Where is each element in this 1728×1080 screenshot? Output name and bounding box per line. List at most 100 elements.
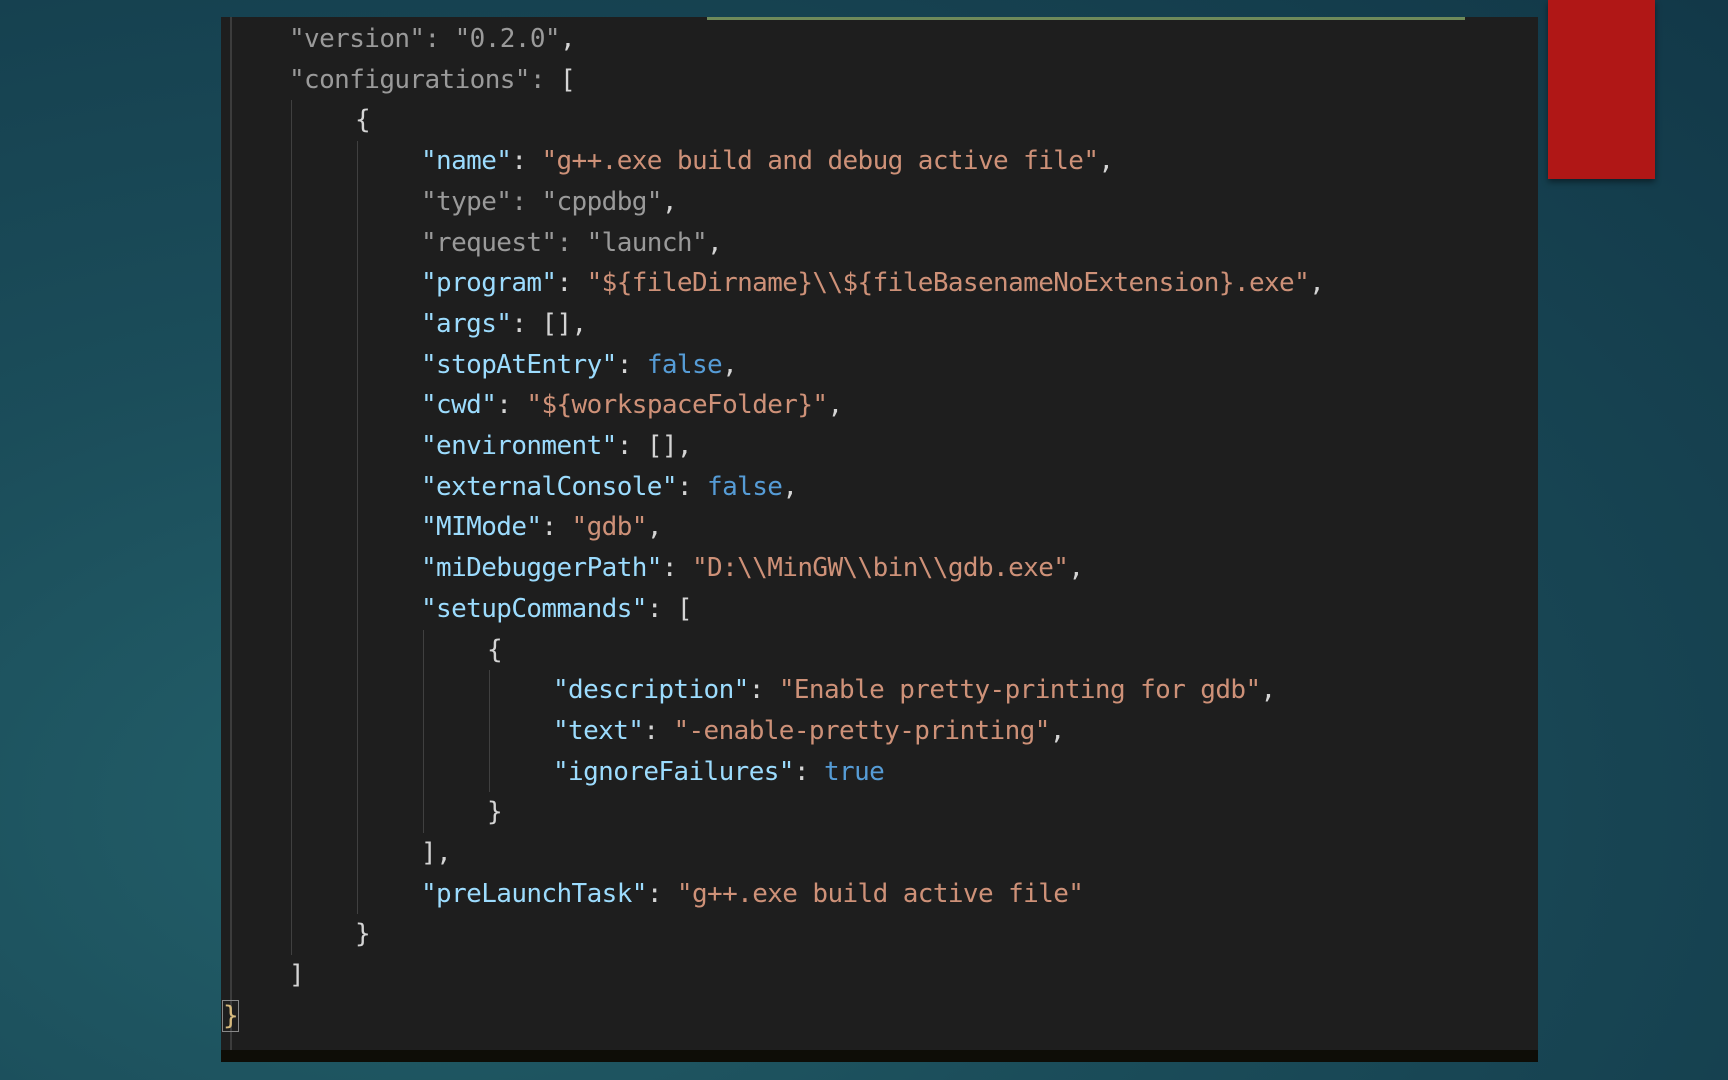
json-punctuation: :	[556, 268, 587, 299]
code-line[interactable]: "miDebuggerPath": "D:\\MinGW\\bin\\gdb.e…	[421, 548, 1084, 588]
code-line[interactable]: }	[487, 792, 503, 832]
json-punctuation: {	[355, 105, 371, 136]
json-key: "environment"	[421, 431, 617, 461]
json-key: "MIMode"	[421, 512, 542, 543]
json-punctuation: }	[487, 797, 503, 828]
json-key: "type"	[421, 186, 512, 217]
json-punctuation: ,	[1098, 146, 1114, 177]
json-punctuation: ,	[436, 838, 452, 868]
json-key: "args"	[421, 308, 512, 339]
json-punctuation: []	[541, 308, 572, 339]
json-boolean: false	[646, 349, 723, 380]
json-key: "description"	[553, 675, 749, 706]
code-editor[interactable]: "version": "0.2.0", "configurations": [{"…	[221, 17, 1538, 1062]
json-punctuation: :	[661, 553, 692, 584]
code-line[interactable]: }	[221, 996, 240, 1036]
code-line[interactable]: "name": "g++.exe build and debug active …	[421, 141, 1114, 181]
code-line[interactable]: "externalConsole": false,	[421, 467, 798, 507]
code-line[interactable]: "text": "-enable-pretty-printing",	[553, 711, 1065, 751]
code-line[interactable]: "ignoreFailures": true	[553, 752, 885, 792]
code-line[interactable]: {	[355, 100, 371, 140]
code-line[interactable]: "type": "cppdbg",	[421, 182, 678, 222]
json-key: "cwd"	[421, 390, 497, 421]
json-string: "-enable-pretty-printing"	[673, 715, 1050, 746]
code-line[interactable]: "MIMode": "gdb",	[421, 507, 662, 547]
json-punctuation: [	[559, 64, 576, 95]
editor-top-highlight	[707, 17, 1465, 20]
json-punctuation: ,	[827, 390, 843, 421]
json-key: "name"	[421, 146, 512, 177]
json-key: "version"	[289, 24, 425, 54]
json-string: "${workspaceFolder}"	[526, 390, 828, 421]
code-line[interactable]: "preLaunchTask": "g++.exe build active f…	[421, 874, 1084, 914]
json-punctuation: :	[511, 308, 542, 339]
json-punctuation: ,	[782, 471, 798, 502]
json-punctuation: :	[793, 756, 824, 787]
json-punctuation: :	[496, 390, 527, 421]
json-string: "${fileDirname}\\${fileBasenameNoExtensi…	[586, 268, 1310, 299]
json-punctuation: :	[511, 146, 542, 177]
json-punctuation: :	[541, 512, 572, 543]
json-punctuation: {	[487, 634, 503, 665]
json-punctuation: ,	[1309, 268, 1325, 299]
json-punctuation: ]	[289, 960, 305, 991]
code-line[interactable]: }	[355, 914, 371, 954]
code-line[interactable]: "cwd": "${workspaceFolder}",	[421, 385, 843, 425]
editor-gutter-rule	[230, 17, 232, 1062]
indent-guide	[423, 629, 424, 833]
json-boolean: true	[823, 756, 885, 787]
code-line[interactable]: "version": "0.2.0",	[289, 19, 576, 59]
json-key: "request"	[421, 227, 557, 258]
code-line[interactable]: "args": [],	[421, 304, 587, 344]
json-punctuation: ,	[676, 431, 693, 461]
json-punctuation: :	[556, 227, 587, 258]
json-key: "stopAtEntry"	[421, 349, 617, 380]
code-line[interactable]: "setupCommands": [	[421, 589, 693, 629]
code-line[interactable]: ],	[421, 833, 452, 873]
json-punctuation: ,	[646, 512, 663, 543]
json-punctuation: :	[529, 64, 560, 95]
json-boolean: false	[707, 471, 783, 502]
indent-guide	[357, 141, 358, 915]
json-punctuation: ,	[559, 24, 576, 54]
json-punctuation: }	[355, 919, 371, 950]
code-line[interactable]: "program": "${fileDirname}\\${fileBasena…	[421, 263, 1325, 303]
json-punctuation: ,	[707, 227, 723, 258]
json-punctuation: ]	[421, 838, 437, 868]
json-punctuation: "cppdbg"	[541, 186, 662, 217]
json-key: "ignoreFailures"	[553, 756, 794, 787]
json-punctuation: :	[643, 715, 674, 746]
json-punctuation: :	[511, 186, 542, 217]
json-punctuation: ,	[661, 186, 678, 217]
json-punctuation: "launch"	[586, 227, 708, 258]
indent-guide	[489, 670, 490, 793]
json-key: "configurations"	[289, 64, 530, 95]
json-string: "gdb"	[571, 512, 648, 543]
code-line[interactable]: "environment": [],	[421, 426, 693, 466]
json-punctuation: :	[646, 878, 677, 909]
json-punctuation: }	[221, 999, 240, 1032]
json-punctuation: ,	[571, 308, 588, 339]
code-line[interactable]: "description": "Enable pretty-printing f…	[553, 670, 1276, 710]
json-string: "g++.exe build active file"	[676, 878, 1084, 909]
code-line[interactable]: "stopAtEntry": false,	[421, 345, 738, 385]
slide-accent-rectangle	[1548, 0, 1655, 179]
json-key: "text"	[553, 715, 644, 746]
code-line[interactable]: ]	[289, 955, 305, 995]
json-punctuation: ,	[1068, 553, 1084, 584]
json-punctuation: [	[676, 593, 693, 624]
indent-guide	[291, 100, 292, 956]
code-line[interactable]: {	[487, 630, 503, 670]
json-key: "setupCommands"	[421, 593, 647, 624]
json-punctuation: "0.2.0"	[454, 24, 561, 54]
code-line[interactable]: "request": "launch",	[421, 223, 723, 263]
json-punctuation: []	[646, 431, 678, 461]
json-string: "Enable pretty-printing for gdb"	[778, 675, 1261, 706]
json-punctuation: :	[616, 349, 647, 380]
json-key: "preLaunchTask"	[421, 878, 647, 909]
code-line[interactable]: "configurations": [	[289, 60, 576, 100]
json-string: "g++.exe build and debug active file"	[541, 146, 1099, 177]
json-punctuation: ,	[1260, 675, 1277, 706]
json-punctuation: :	[424, 24, 455, 54]
json-punctuation: ,	[722, 349, 738, 380]
